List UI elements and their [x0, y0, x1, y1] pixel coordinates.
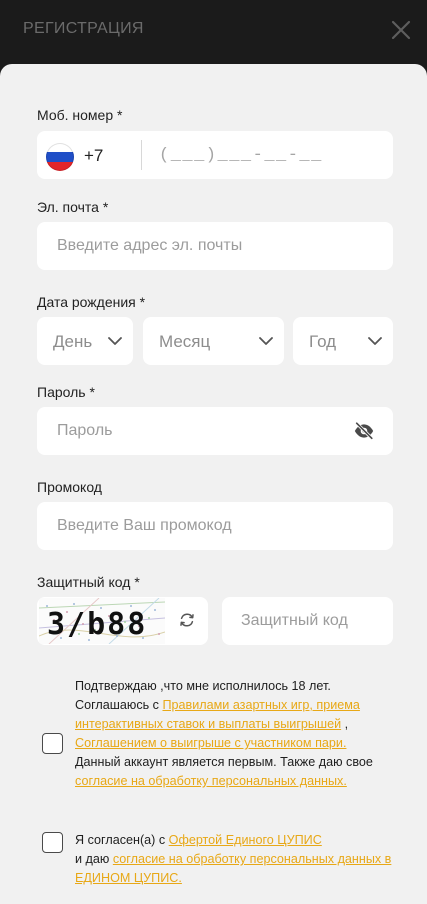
personal-data-consent-link[interactable]: согласие на обработку персональных данны… — [75, 774, 347, 788]
captcha-label: Защитный код * — [37, 574, 140, 590]
consent-age-line: Подтверждаю ,что мне исполнилось 18 лет. — [75, 679, 331, 693]
consent-cupis-prefix: Я согласен(а) с — [75, 833, 169, 847]
email-placeholder: Введите адрес эл. почты — [57, 237, 243, 254]
consent-age-rules-checkbox[interactable] — [42, 733, 63, 754]
phone-input[interactable]: +7 (___)___-__-__ — [37, 131, 393, 179]
close-button[interactable] — [389, 18, 413, 42]
promo-placeholder: Введите Ваш промокод — [57, 517, 232, 534]
modal-header: РЕГИСТРАЦИЯ — [0, 0, 427, 64]
close-icon — [391, 20, 411, 40]
country-code[interactable]: +7 — [84, 146, 103, 166]
chevron-down-icon — [259, 337, 273, 345]
consent-cupis-text: Я согласен(а) с Офертой Единого ЦУПИС и … — [75, 831, 395, 888]
cupis-personal-data-link[interactable]: согласие на обработку персональных данны… — [75, 852, 391, 885]
consent-cupis-checkbox[interactable] — [42, 832, 63, 853]
email-field[interactable]: Введите адрес эл. почты — [37, 222, 393, 270]
year-select[interactable]: Год — [293, 317, 393, 365]
win-agreement-link[interactable]: Соглашением о выигрыше с участником пари… — [75, 736, 346, 750]
consent-separator: , — [341, 717, 349, 731]
captcha-code-placeholder: Защитный код — [241, 612, 348, 629]
month-select[interactable]: Месяц — [143, 317, 284, 365]
year-placeholder: Год — [309, 332, 337, 351]
password-label: Пароль * — [37, 384, 95, 400]
promo-code-field[interactable]: Введите Ваш промокод — [37, 502, 393, 550]
password-field[interactable]: Пароль — [37, 407, 393, 455]
phone-mask-placeholder[interactable]: (___)___-__-__ — [159, 146, 323, 165]
toggle-password-visibility-button[interactable] — [353, 420, 375, 442]
phone-label: Моб. номер * — [37, 107, 123, 123]
captcha-code-field[interactable]: Защитный код — [222, 597, 393, 645]
day-placeholder: День — [53, 332, 93, 351]
refresh-icon — [180, 613, 194, 627]
modal-title: РЕГИСТРАЦИЯ — [23, 20, 144, 37]
email-label: Эл. почта * — [37, 199, 109, 215]
consent-cupis-mid: и даю — [75, 852, 113, 866]
chevron-down-icon — [108, 337, 122, 345]
promo-label: Промокод — [37, 479, 102, 495]
captcha-image: 3/b88 — [39, 598, 165, 644]
day-select[interactable]: День — [37, 317, 133, 365]
captcha-text: 3/b88 — [47, 607, 147, 642]
consent-agree-prefix: Соглашаюсь с — [75, 698, 163, 712]
phone-divider — [141, 140, 142, 170]
month-placeholder: Месяц — [159, 332, 211, 351]
cupis-offer-link[interactable]: Офертой Единого ЦУПИС — [169, 833, 322, 847]
consent-age-rules-text: Подтверждаю ,что мне исполнилось 18 лет.… — [75, 677, 395, 791]
chevron-down-icon — [368, 337, 382, 345]
eye-off-icon — [354, 421, 374, 440]
captcha-box: 3/b88 — [37, 597, 208, 645]
refresh-captcha-button[interactable] — [177, 610, 197, 630]
password-placeholder: Пароль — [57, 422, 113, 439]
birthdate-label: Дата рождения * — [37, 294, 146, 310]
consent-first-account-text: Данный аккаунт является первым. Также да… — [75, 755, 373, 769]
